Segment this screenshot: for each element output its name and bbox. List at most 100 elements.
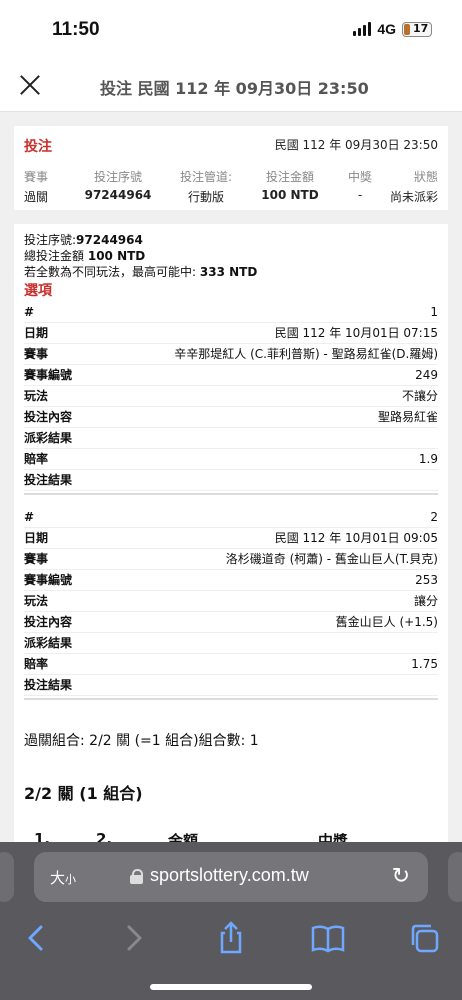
selection-key: 玩法 <box>24 594 49 608</box>
status-indicators: 4G 17 <box>353 21 432 37</box>
summary-value: 行動版 <box>187 190 224 204</box>
text-size-small: 小 <box>65 873 77 886</box>
status-time: 11:50 <box>52 19 100 40</box>
selection-key: 玩法 <box>24 389 49 403</box>
bet-detail: 投注序號:97244964 總投注金額 100 NTD 若全數為不同玩法，最高可… <box>14 224 448 850</box>
combo-title: 2/2 關 (1 組合) <box>24 784 143 803</box>
selection-row: 投注結果 <box>24 470 438 491</box>
max-win-value: 333 NTD <box>199 265 258 279</box>
address-bar[interactable]: 大小 sportslottery.com.tw ↻ <box>34 852 428 902</box>
forward-icon[interactable] <box>112 918 156 958</box>
selection-key: 投注結果 <box>24 678 73 692</box>
selection-key: 賽事 <box>24 552 49 566</box>
selection-value: 不讓分 <box>401 389 438 403</box>
selection-row: #2 <box>24 507 438 528</box>
selection-row: #1 <box>24 302 438 323</box>
network-label: 4G <box>377 21 396 37</box>
url-text[interactable]: sportslottery.com.tw <box>150 865 309 886</box>
options-label: 選項 <box>24 283 52 299</box>
selection-value: 民國 112 年 10月01日 09:05 <box>274 531 438 545</box>
selection-value: 辛辛那堤紅人 (C.菲利普斯) - 聖路易紅雀(D.羅姆) <box>174 347 438 361</box>
bet-summary-card: 投注 民國 112 年 09月30日 23:50 賽事 投注序號 投注管道: 投… <box>14 126 448 210</box>
summary-value: 過關 <box>24 190 49 204</box>
selection-row: 玩法 讓分 <box>24 591 438 612</box>
close-icon[interactable] <box>14 70 46 102</box>
battery-level: 17 <box>413 21 429 35</box>
selection-key: # <box>24 305 35 319</box>
card-date: 民國 112 年 09月30日 23:50 <box>274 138 438 152</box>
battery-icon: 17 <box>402 21 432 37</box>
text-size-button[interactable]: 大小 <box>50 867 76 888</box>
selection-key: 賠率 <box>24 452 49 466</box>
selection-key: 賽事 <box>24 347 49 361</box>
summary-header: 投注管道: <box>179 170 233 184</box>
summary-header: 賽事 <box>24 170 49 184</box>
selection-key: 派彩結果 <box>24 636 73 650</box>
next-tab-edge[interactable] <box>448 852 462 902</box>
summary-table: 賽事 投注序號 投注管道: 投注金額 中獎 狀態 過關 97244964 行動版… <box>24 168 438 205</box>
summary-header: 投注序號 <box>93 170 142 184</box>
status-bar: 11:50 4G 17 <box>0 0 462 60</box>
selection-row: 投注內容 聖路易紅雀 <box>24 407 438 428</box>
summary-value: 100 NTD <box>261 188 319 202</box>
selections-list: #1 日期 民國 112 年 10月01日 07:15 賽事 辛辛那堤紅人 (C.菲利普… <box>24 302 438 712</box>
max-win-line: 若全數為不同玩法，最高可能中: 333 NTD <box>24 264 438 280</box>
selection-key: 投注結果 <box>24 473 73 487</box>
share-icon[interactable] <box>209 918 253 958</box>
combo-text: 過關組合: 2/2 關 (=1 組合)組合數: 1 <box>24 733 259 749</box>
selection-key: 投注內容 <box>24 410 73 424</box>
selection-row: 派彩結果 <box>24 633 438 654</box>
summary-value: 尚未派彩 <box>390 190 439 204</box>
page-title: 投注 民國 112 年 09月30日 23:50 <box>100 79 369 98</box>
selection-row: 賽事編號 253 <box>24 570 438 591</box>
selection-key: 賽事編號 <box>24 368 73 382</box>
selection-key: 日期 <box>24 531 49 545</box>
selection-key: 日期 <box>24 326 49 340</box>
page-content: 投注 民國 112 年 09月30日 23:50 賽事 投注序號 投注管道: 投… <box>0 112 462 850</box>
selection-divider <box>24 493 438 507</box>
selection-row: 投注結果 <box>24 675 438 696</box>
selection-row: 日期 民國 112 年 10月01日 07:15 <box>24 323 438 344</box>
serial-value: 97244964 <box>76 233 143 247</box>
selection-value: 民國 112 年 10月01日 07:15 <box>274 326 438 340</box>
selection-value: 聖路易紅雀 <box>377 410 438 424</box>
lock-icon <box>130 869 143 884</box>
selection-value: 洛杉磯道奇 (柯蕭) - 舊金山巨人(T.貝克) <box>225 552 438 566</box>
serial-label: 投注序號: <box>24 233 77 247</box>
selection-key: 派彩結果 <box>24 431 73 445</box>
total-line: 總投注金額 100 NTD <box>24 248 438 264</box>
selection-row: 玩法 不讓分 <box>24 386 438 407</box>
selection-divider <box>24 698 438 712</box>
selection-key: # <box>24 510 35 524</box>
selection-value: 2 <box>430 510 438 524</box>
summary-header: 中獎 <box>347 170 372 184</box>
browser-toolbar: 大小 sportslottery.com.tw ↻ <box>0 842 462 1000</box>
summary-header: 狀態 <box>413 170 438 184</box>
prev-tab-edge[interactable] <box>0 852 14 902</box>
selection-key: 賠率 <box>24 657 49 671</box>
signal-icon <box>353 22 372 36</box>
selection-row: 賽事 洛杉磯道奇 (柯蕭) - 舊金山巨人(T.貝克) <box>24 549 438 570</box>
serial-line: 投注序號:97244964 <box>24 232 438 248</box>
summary-header: 投注金額 <box>265 170 314 184</box>
selection-value: 1 <box>430 305 438 319</box>
selection-key: 投注內容 <box>24 615 73 629</box>
selection-row: 派彩結果 <box>24 428 438 449</box>
tabs-icon[interactable] <box>403 918 447 958</box>
selection-value: 1.9 <box>418 452 438 466</box>
selection-row: 賽事 辛辛那堤紅人 (C.菲利普斯) - 聖路易紅雀(D.羅姆) <box>24 344 438 365</box>
max-win-label: 若全數為不同玩法，最高可能中: <box>24 265 197 279</box>
bookmarks-icon[interactable] <box>306 918 350 958</box>
back-icon[interactable] <box>14 918 58 958</box>
selection-row: 投注內容 舊金山巨人 (+1.5) <box>24 612 438 633</box>
selection-value: 舊金山巨人 (+1.5) <box>335 615 438 629</box>
selection-value: 249 <box>415 368 438 382</box>
text-size-label: 大 <box>50 869 66 887</box>
reload-icon[interactable]: ↻ <box>392 864 410 889</box>
nav-header: 投注 民國 112 年 09月30日 23:50 <box>0 60 462 112</box>
selection-value: 1.75 <box>411 657 438 671</box>
home-indicator[interactable] <box>150 984 312 990</box>
card-title: 投注 <box>24 139 52 155</box>
selection-row: 賽事編號 249 <box>24 365 438 386</box>
summary-value: 97244964 <box>84 188 152 202</box>
